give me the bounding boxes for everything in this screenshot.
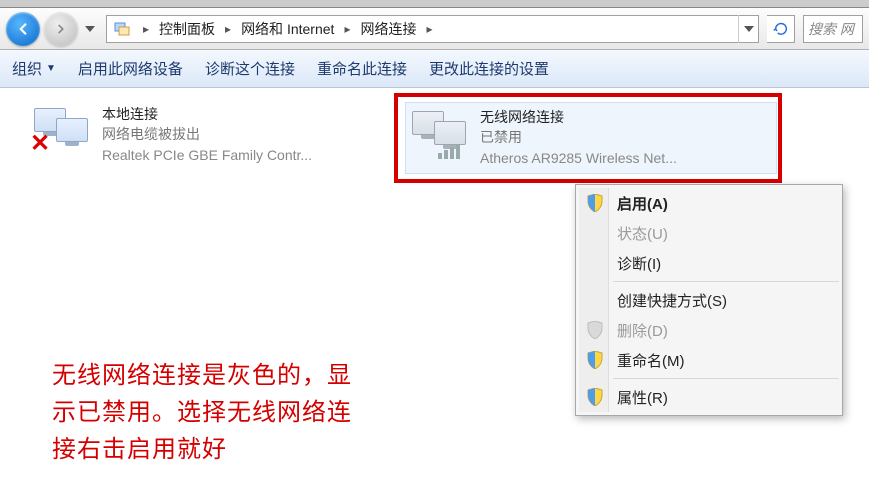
address-history-dropdown[interactable] [738,15,758,43]
breadcrumb-separator: ▸ [219,22,237,36]
context-separator [613,378,839,379]
nav-history-dropdown[interactable] [82,12,98,46]
nav-back-button[interactable] [6,12,40,46]
arrow-left-icon [14,20,32,38]
unplugged-x-icon: ✕ [30,129,50,158]
breadcrumb-separator: ▸ [420,22,438,36]
context-enable[interactable]: 启用(A) [579,188,839,218]
instruction-annotation: 无线网络连接是灰色的，显示已禁用。选择无线网络连接右击启用就好 [52,358,376,470]
context-delete: 删除(D) [579,315,839,345]
refresh-button[interactable] [767,15,795,43]
shield-icon [585,320,605,340]
command-toolbar: 组织 ▼ 启用此网络设备 诊断这个连接 重命名此连接 更改此连接的设置 [0,50,869,88]
window-top-divider [0,0,869,8]
nav-forward-button[interactable] [44,12,78,46]
toolbar-organize[interactable]: 组织 ▼ [12,58,56,79]
refresh-icon [773,21,789,37]
wireless-connection-icon [412,107,470,155]
context-properties[interactable]: 属性(R) [579,382,839,412]
toolbar-label: 诊断这个连接 [205,58,295,79]
breadcrumb-address-bar[interactable]: ▸ 控制面板 ▸ 网络和 Internet ▸ 网络连接 ▸ [106,15,759,43]
toolbar-label: 重命名此连接 [317,58,407,79]
shield-icon [585,350,605,370]
chevron-down-icon [85,26,95,32]
connection-device: Atheros AR9285 Wireless Net... [480,148,677,168]
breadcrumb-separator: ▸ [137,22,155,36]
toolbar-rename[interactable]: 重命名此连接 [317,58,407,79]
toolbar-label: 启用此网络设备 [78,58,183,79]
context-item-label: 创建快捷方式(S) [617,290,727,311]
connection-text: 无线网络连接 已禁用 Atheros AR9285 Wireless Net..… [480,107,677,168]
connections-pane: ✕ 本地连接 网络电缆被拔出 Realtek PCIe GBE Family C… [0,88,869,120]
connection-status: 已禁用 [480,127,677,147]
context-item-label: 重命名(M) [617,350,685,371]
connection-text: 本地连接 网络电缆被拔出 Realtek PCIe GBE Family Con… [102,104,312,165]
chevron-down-icon: ▼ [46,63,56,74]
connection-device: Realtek PCIe GBE Family Contr... [102,145,312,165]
network-folder-icon [111,18,133,40]
context-item-label: 状态(U) [617,223,668,244]
signal-bars-icon [438,144,460,159]
context-item-label: 删除(D) [617,320,668,341]
toolbar-diagnose[interactable]: 诊断这个连接 [205,58,295,79]
context-item-label: 诊断(I) [617,253,661,274]
breadcrumb-separator: ▸ [338,22,356,36]
connection-title: 无线网络连接 [480,107,677,127]
context-item-label: 属性(R) [617,387,668,408]
search-input[interactable]: 搜索 网 [803,15,863,43]
chevron-down-icon [744,26,754,32]
local-connection-icon: ✕ [34,104,92,152]
context-rename[interactable]: 重命名(M) [579,345,839,375]
shield-icon [585,387,605,407]
context-status: 状态(U) [579,218,839,248]
crumb-control-panel[interactable]: 控制面板 [155,16,219,42]
context-menu: 启用(A) 状态(U) 诊断(I) 创建快捷方式(S) 删除(D) 重命名(M) [575,184,843,416]
crumb-network-connections[interactable]: 网络连接 [356,16,420,42]
shield-icon [585,193,605,213]
connection-title: 本地连接 [102,104,312,124]
context-separator [613,281,839,282]
connection-local[interactable]: ✕ 本地连接 网络电缆被拔出 Realtek PCIe GBE Family C… [34,104,394,165]
context-create-shortcut[interactable]: 创建快捷方式(S) [579,285,839,315]
connection-status: 网络电缆被拔出 [102,124,312,144]
toolbar-label: 更改此连接的设置 [429,58,549,79]
toolbar-change-settings[interactable]: 更改此连接的设置 [429,58,549,79]
crumb-network-internet[interactable]: 网络和 Internet [237,16,338,42]
toolbar-enable-device[interactable]: 启用此网络设备 [78,58,183,79]
context-item-label: 启用(A) [617,193,668,214]
search-placeholder-text: 搜索 网 [808,19,854,39]
arrow-right-icon [54,22,68,36]
context-diagnose[interactable]: 诊断(I) [579,248,839,278]
toolbar-label: 组织 [12,58,42,79]
connection-wireless[interactable]: 无线网络连接 已禁用 Atheros AR9285 Wireless Net..… [405,102,777,174]
navigation-bar: ▸ 控制面板 ▸ 网络和 Internet ▸ 网络连接 ▸ 搜索 网 [0,8,869,50]
